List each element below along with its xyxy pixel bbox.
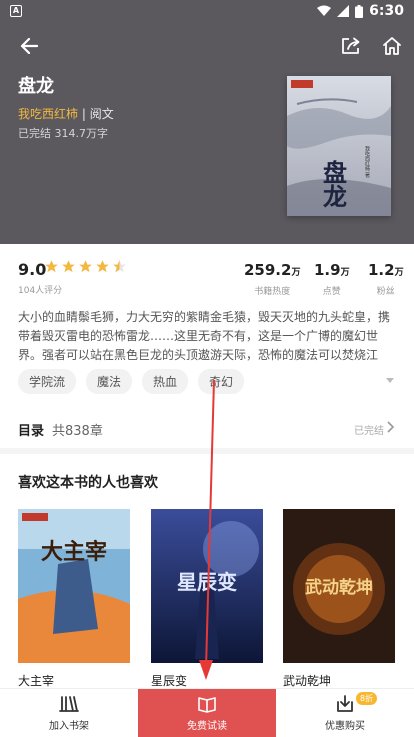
cover-author-text: 我吃西红柿 著	[364, 145, 370, 179]
wifi-icon	[317, 5, 332, 16]
star-icon	[45, 260, 58, 273]
discount-buy-label: 优惠购买	[325, 721, 365, 732]
publisher-label: | 阅文	[81, 107, 114, 121]
stat-unit: 万	[291, 268, 301, 278]
stat-label: 书籍热度	[254, 287, 291, 297]
recommend-book[interactable]: 武动乾坤 武动乾坤	[283, 509, 395, 689]
tag-list: 学院流 魔法 热血 奇幻	[18, 369, 245, 394]
expand-caret-icon[interactable]	[384, 374, 396, 386]
cover-title-text: 盘龙	[319, 159, 348, 208]
catalog-row[interactable]: 目录 共838章 已完结	[0, 410, 414, 446]
cover-art: 盘龙 我吃西红柿 著	[287, 80, 391, 216]
cover-art: 大主宰	[18, 509, 130, 663]
stat-label: 粉丝	[376, 287, 395, 297]
rating-count: 104人评分	[18, 286, 63, 296]
battery-icon	[355, 4, 364, 18]
recommend-heading: 喜欢这本书的人也喜欢	[18, 475, 158, 491]
cover-title-text: 大主宰	[41, 539, 107, 565]
recommend-book[interactable]: 星辰变 星辰变	[151, 509, 263, 689]
recommend-title: 星辰变	[151, 674, 188, 688]
recommend-cover: 大主宰	[18, 509, 130, 663]
recommend-cover: 星辰变	[151, 509, 263, 663]
tag-chip[interactable]: 热血	[142, 369, 189, 394]
star-icon	[79, 260, 92, 273]
catalog-label: 目录	[18, 424, 45, 439]
stat-likes: 1.9万 点赞	[314, 260, 350, 297]
star-icon	[62, 260, 75, 273]
home-button[interactable]	[379, 33, 405, 59]
status-bar: A 6:30	[0, 0, 414, 24]
recommend-book[interactable]: 大主宰 大主宰	[18, 509, 130, 689]
clock: 6:30	[369, 3, 404, 19]
author-line: 我吃西红柿 | 阅文	[18, 105, 114, 122]
download-icon	[337, 695, 353, 712]
tag-chip[interactable]: 奇幻	[198, 369, 245, 394]
add-to-shelf-button[interactable]: 加入书架	[0, 689, 138, 737]
notification-icon: A	[10, 5, 22, 17]
star-icon	[96, 260, 109, 273]
book-description[interactable]: 大小的血睛鬃毛狮，力大无穷的紫睛金毛猿，毁天灭地的九头蛇皇，携带着毁灭雷电的恐怖…	[18, 308, 396, 365]
stat-unit: 万	[340, 268, 350, 278]
book-status: 已完结 314.7万字	[18, 127, 108, 140]
chapter-count: 共838章	[52, 424, 103, 439]
cover-art: 星辰变	[151, 509, 263, 663]
author-link[interactable]: 我吃西红柿	[18, 107, 78, 121]
rating-stars	[44, 259, 127, 274]
tag-chip[interactable]: 学院流	[18, 369, 77, 394]
recommend-cover: 武动乾坤	[283, 509, 395, 663]
recommend-title: 大主宰	[18, 674, 55, 688]
home-icon	[383, 37, 401, 55]
back-button[interactable]	[16, 33, 42, 59]
stat-unit: 万	[394, 268, 404, 278]
section-divider	[0, 448, 414, 454]
discount-badge: 8折	[356, 692, 378, 705]
book-title: 盘龙	[18, 76, 54, 97]
share-icon	[342, 37, 360, 54]
bottom-action-bar: 加入书架 免费试读 优惠购买 8折	[0, 688, 414, 737]
cover-title-text: 星辰变	[177, 570, 237, 594]
add-to-shelf-label: 加入书架	[49, 721, 89, 732]
chevron-right-icon	[387, 421, 395, 433]
bookshelf-icon	[59, 696, 79, 712]
stat-label: 点赞	[322, 287, 341, 297]
stat-value: 1.2	[368, 261, 395, 279]
signal-icon	[337, 5, 350, 17]
rating-score: 9.0	[18, 260, 47, 279]
system-indicators: 6:30	[317, 3, 404, 19]
stats-row: 9.0 104人评分 259.2万 书籍热度 1.9万 点赞 1.2万 粉丝	[0, 244, 414, 304]
discount-buy-button[interactable]: 优惠购买	[276, 689, 414, 737]
cover-title-text: 武动乾坤	[305, 577, 373, 598]
open-book-icon	[198, 697, 216, 713]
stat-value: 1.9	[314, 261, 341, 279]
book-header: A 6:30 盘龙 我吃西红柿 | 阅文 已完结 314.7万字 盘龙 我吃西红…	[0, 0, 414, 244]
cover-art: 武动乾坤	[283, 509, 395, 663]
stat-popularity: 259.2万 书籍热度	[244, 260, 300, 297]
star-half-icon	[113, 260, 126, 273]
stat-fans: 1.2万 粉丝	[368, 260, 404, 297]
share-button[interactable]	[338, 33, 364, 59]
arrow-left-icon	[20, 38, 38, 54]
free-read-button[interactable]: 免费试读	[138, 689, 276, 737]
tag-chip[interactable]: 魔法	[86, 369, 133, 394]
stat-value: 259.2	[244, 261, 292, 279]
catalog-status: 已完结	[354, 426, 384, 437]
free-read-label: 免费试读	[187, 721, 227, 732]
book-cover[interactable]: 盘龙 我吃西红柿 著	[287, 76, 391, 216]
recommend-title: 武动乾坤	[283, 674, 332, 688]
